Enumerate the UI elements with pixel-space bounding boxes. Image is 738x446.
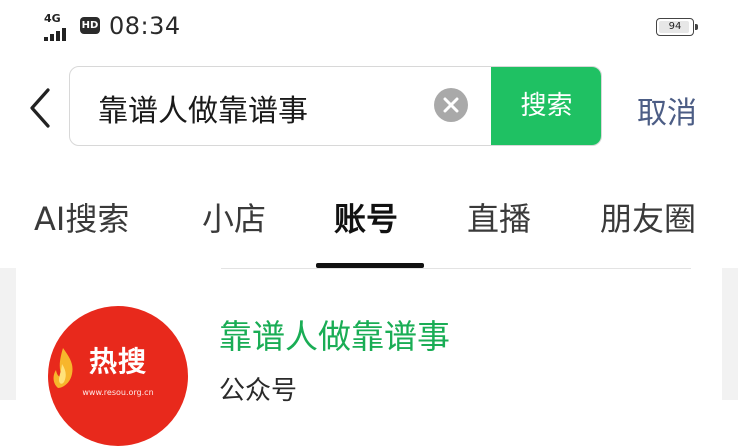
search-bar: 搜索 [69, 66, 602, 146]
network-type: 4G [44, 12, 61, 25]
status-bar: 4G HD 08:34 94 [0, 0, 738, 56]
tab-live[interactable]: 直播 [467, 194, 531, 240]
results-list: 热搜 www.resou.org.cn 靠谱人做靠谱事 公众号 [0, 268, 738, 446]
avatar: 热搜 www.resou.org.cn [48, 306, 188, 446]
tab-shop[interactable]: 小店 [202, 194, 266, 240]
avatar-logo-text: 热搜 [88, 345, 147, 378]
back-button[interactable] [22, 86, 58, 130]
status-time: 08:34 [109, 12, 181, 40]
battery-icon: 94 [656, 18, 698, 36]
tab-accounts[interactable]: 账号 [334, 194, 398, 240]
battery-percentage: 94 [668, 21, 682, 32]
tab-moments[interactable]: 朋友圈 [600, 194, 696, 240]
chevron-left-icon [30, 88, 50, 128]
tab-ai-search[interactable]: AI搜索 [34, 194, 129, 240]
avatar-logo-url: www.resou.org.cn [82, 388, 154, 397]
cancel-button[interactable]: 取消 [637, 88, 697, 132]
clear-button[interactable] [434, 88, 468, 122]
account-name[interactable]: 靠谱人做靠谱事 [219, 310, 450, 358]
hd-icon: HD [80, 17, 100, 34]
search-button[interactable]: 搜索 [491, 67, 601, 145]
search-input[interactable] [98, 88, 418, 128]
divider [221, 268, 691, 269]
account-type: 公众号 [219, 376, 298, 406]
signal-icon: 4G [44, 12, 72, 41]
close-icon [443, 97, 459, 113]
tab-bar: AI搜索 小店 账号 直播 朋友圈 [0, 180, 738, 270]
list-item[interactable]: 热搜 www.resou.org.cn 靠谱人做靠谱事 公众号 [16, 268, 722, 446]
